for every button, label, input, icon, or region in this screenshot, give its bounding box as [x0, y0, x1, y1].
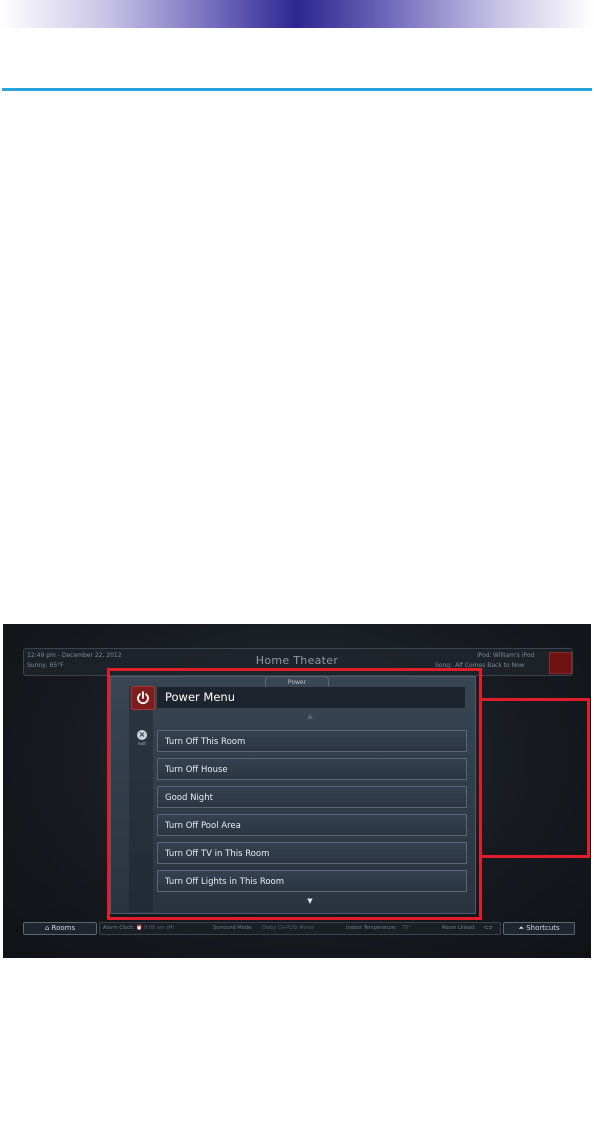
shortcuts-label: Shortcuts [526, 924, 560, 932]
alarm-value: 9:00 am (M) [144, 925, 175, 931]
highlight-box-menu [107, 668, 482, 920]
shortcuts-icon: ⏶ [518, 924, 524, 932]
status-strip: Alarm Clock: ⏰ 9:00 am (M) Surround Mode… [99, 922, 501, 935]
indoor-temp-value: 75° [402, 925, 411, 931]
bottom-status-bar: ⌂ Rooms Alarm Clock: ⏰ 9:00 am (M) Surro… [23, 922, 575, 935]
header-divider [2, 88, 592, 91]
header-gradient-banner [0, 0, 594, 28]
room-linked-label: Room Linked: [442, 925, 476, 931]
indoor-temp-label: Indoor Temperature: [346, 925, 397, 931]
rooms-icon: ⌂ [44, 924, 50, 932]
shortcuts-button[interactable]: ⏶ Shortcuts [503, 922, 575, 935]
ipod-value: William's iPod [493, 652, 535, 659]
highlight-box-side [481, 698, 590, 858]
alarm-label: Alarm Clock: [103, 925, 135, 931]
album-art-thumbnail[interactable] [549, 652, 572, 674]
rooms-label: Rooms [51, 924, 76, 932]
rooms-button[interactable]: ⌂ Rooms [23, 922, 97, 935]
ipod-label: iPod: [477, 652, 492, 659]
surround-label: Surround Mode: [213, 925, 253, 931]
link-icon: ⊂⊃ [484, 925, 493, 931]
tv-screen-screenshot: 12:49 pm - December 22, 2012 Sunny, 65°F… [3, 624, 591, 958]
alarm-icon: ⏰ [136, 925, 143, 931]
surround-value: Dolby D+PLIIx Movie [262, 925, 315, 931]
